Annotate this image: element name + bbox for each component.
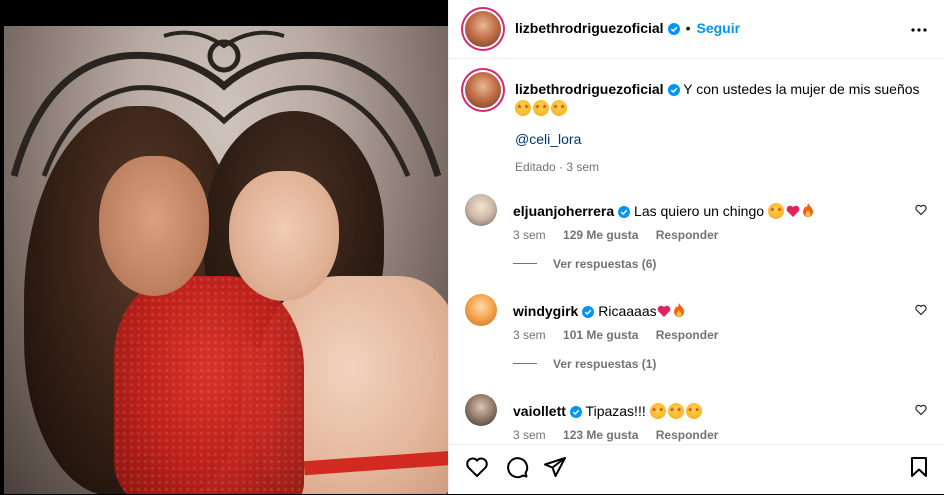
star-eyes-emoji-icon (767, 203, 784, 219)
bookmark-icon[interactable] (907, 455, 931, 479)
star-eyes-emoji-icon (551, 100, 567, 116)
post-actions-bar (449, 444, 944, 495)
commenter-avatar[interactable] (465, 194, 497, 226)
caption-body: Y con ustedes la mujer de mis sueños (683, 81, 920, 97)
commenter-avatar[interactable] (465, 294, 497, 326)
comment-meta: 3 sem 101 Me gusta Responder (513, 328, 732, 342)
author-username[interactable]: lizbethrodriguezoficial (515, 20, 664, 36)
heart-outline-icon[interactable] (915, 404, 927, 416)
red-heart-emoji-icon (657, 305, 670, 317)
star-eyes-emoji-icon (667, 403, 684, 419)
comment-username[interactable]: vaiollett (513, 403, 566, 419)
reply-button[interactable]: Responder (656, 228, 719, 242)
comment-line: eljuanjoherrera Las quiero un chingo (513, 202, 814, 220)
commenter-avatar[interactable] (465, 394, 497, 426)
post-media-pane (0, 0, 448, 494)
comment-username[interactable]: windygirk (513, 303, 578, 319)
verified-badge-icon (569, 406, 582, 418)
paper-plane-icon[interactable] (543, 455, 567, 479)
more-horizontal-icon[interactable] (907, 18, 931, 42)
verified-badge-icon (667, 23, 680, 35)
comment-likes[interactable]: 123 Me gusta (563, 428, 638, 442)
photo-lace-pattern (114, 276, 304, 494)
red-heart-emoji-icon (786, 205, 800, 217)
comment-text: Tipazas!!! (585, 403, 646, 419)
view-replies-label: Ver respuestas (1) (553, 357, 657, 371)
star-eyes-emoji-icon (685, 403, 702, 419)
author-avatar[interactable] (465, 11, 501, 47)
replies-divider (513, 263, 537, 264)
fire-emoji-icon (673, 303, 684, 317)
comment-text: Ricaaaas (598, 303, 657, 319)
post-photo[interactable] (4, 26, 448, 494)
follow-button[interactable]: Seguir (696, 20, 740, 36)
verified-badge-icon (667, 84, 680, 96)
comment-time[interactable]: 3 sem (513, 328, 546, 342)
view-replies-button[interactable]: Ver respuestas (1) (513, 357, 656, 371)
verified-badge-icon (582, 306, 595, 318)
comment-likes[interactable]: 101 Me gusta (563, 328, 638, 342)
caption-text-block: lizbethrodriguezoficial Y con ustedes la… (515, 80, 925, 177)
comment-line: vaiollett Tipazas!!! (513, 402, 704, 420)
comments-list[interactable]: lizbethrodriguezoficial Y con ustedes la… (449, 58, 944, 444)
comment-bubble-icon[interactable] (505, 455, 529, 479)
heart-outline-icon[interactable] (465, 455, 489, 479)
reply-button[interactable]: Responder (656, 428, 719, 442)
view-replies-button[interactable]: Ver respuestas (6) (513, 257, 656, 271)
comment-likes[interactable]: 129 Me gusta (563, 228, 638, 242)
view-replies-label: Ver respuestas (6) (553, 257, 657, 271)
comment-meta: 3 sem 123 Me gusta Responder (513, 428, 732, 442)
photo-face-left (99, 156, 209, 296)
caption-meta: Editado · 3 sem (515, 160, 600, 174)
comment-username[interactable]: eljuanjoherrera (513, 203, 614, 219)
comment-line: windygirk Ricaaaas (513, 302, 685, 320)
heart-outline-icon[interactable] (915, 304, 927, 316)
comment-meta: 3 sem 129 Me gusta Responder (513, 228, 732, 242)
reply-button[interactable]: Responder (656, 328, 719, 342)
star-eyes-emoji-icon (533, 100, 549, 116)
post-sidebar: lizbethrodriguezoficial • Seguir lizbethro… (448, 0, 944, 494)
star-eyes-emoji-icon (649, 403, 666, 419)
caption-username[interactable]: lizbethrodriguezoficial (515, 81, 664, 97)
comment-text: Las quiero un chingo (634, 203, 765, 219)
star-eyes-emoji-icon (515, 100, 531, 116)
post-header: lizbethrodriguezoficial • Seguir (449, 0, 944, 59)
comment-time[interactable]: 3 sem (513, 428, 546, 442)
fire-emoji-icon (802, 203, 813, 217)
comment-time[interactable]: 3 sem (513, 228, 546, 242)
caption-mention-link[interactable]: @celi_lora (515, 131, 581, 147)
replies-divider (513, 363, 537, 364)
author-line: lizbethrodriguezoficial • Seguir (515, 20, 740, 36)
heart-outline-icon[interactable] (915, 204, 927, 216)
separator-dot: • (685, 20, 691, 36)
photo-face-right (229, 171, 339, 301)
caption-avatar[interactable] (465, 72, 501, 108)
verified-badge-icon (618, 206, 631, 218)
